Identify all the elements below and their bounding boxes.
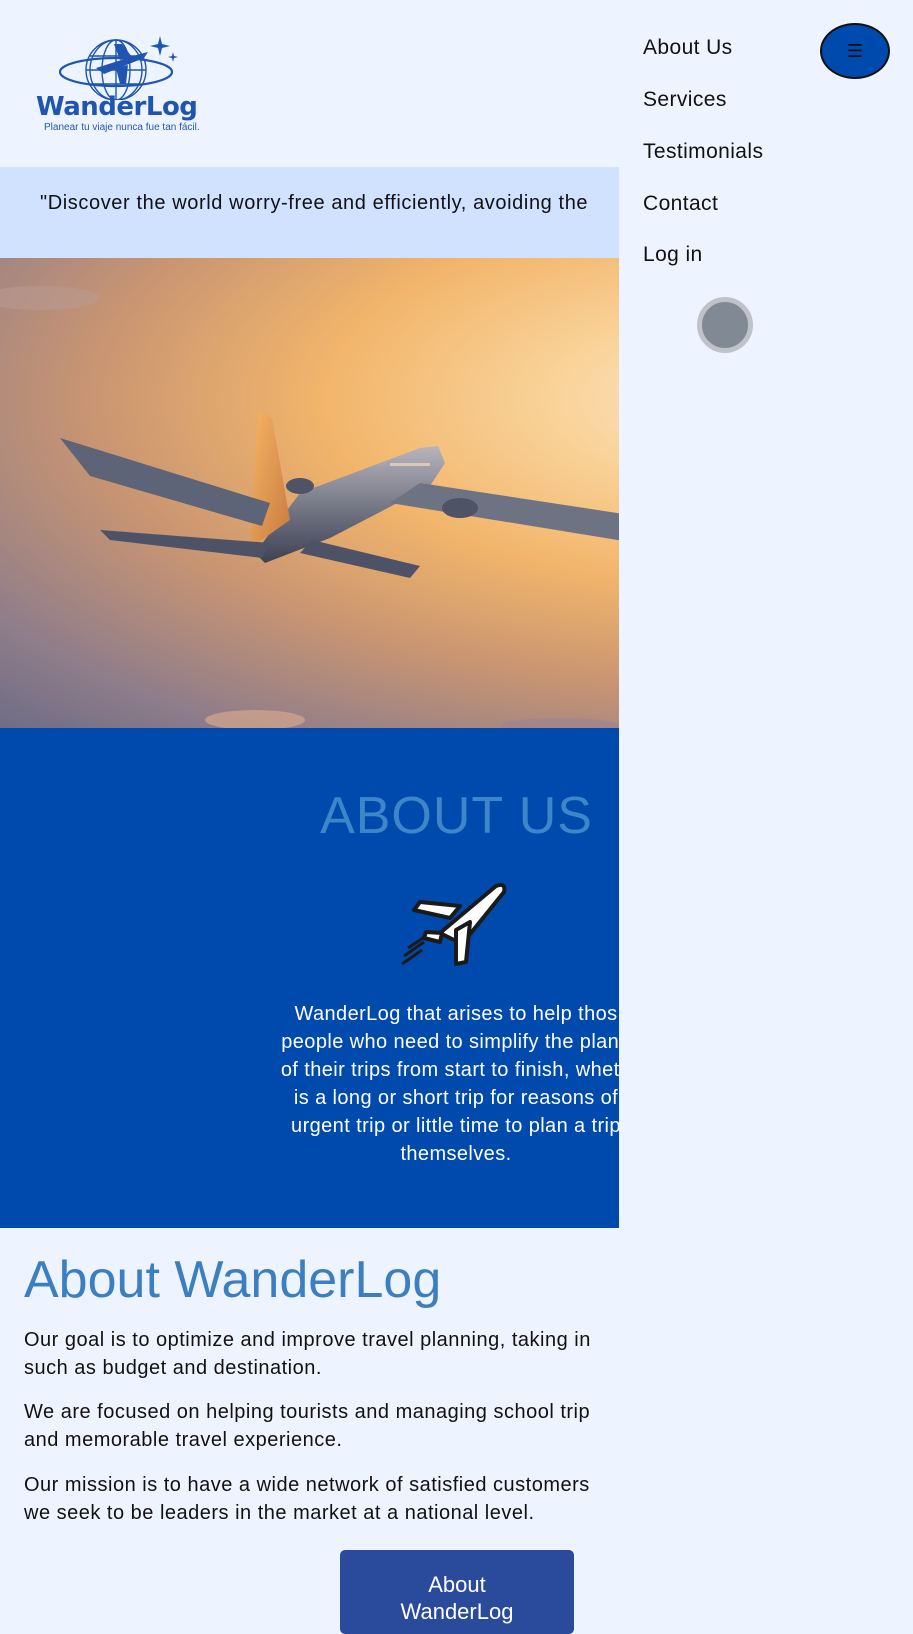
about-us-line: people who need to simplify the plann [281, 1031, 631, 1053]
globe-plane-logo-icon [58, 36, 178, 100]
paragraph-line: Our mission is to have a wide network of… [24, 1474, 590, 1496]
theme-toggle-switch[interactable] [697, 297, 753, 353]
menu-item-testimonials[interactable]: Testimonials [643, 140, 763, 164]
wanderlog-logo[interactable]: WanderLog Planear tu viaje nunca fue tan… [36, 30, 200, 140]
menu-item-log-in[interactable]: Log in [643, 243, 703, 267]
about-us-description: WanderLog that arises to help thos peopl… [240, 1000, 672, 1168]
airplane-icon [401, 882, 507, 966]
about-us-line: WanderLog that arises to help thos [294, 1003, 618, 1025]
quote-text: "Discover the world worry-free and effic… [40, 192, 589, 214]
button-label-line: About [428, 1571, 486, 1597]
menu-item-contact[interactable]: Contact [643, 192, 718, 216]
paragraph-line: we seek to be leaders in the market at a… [24, 1502, 535, 1524]
menu-item-services[interactable]: Services [643, 88, 727, 112]
paragraph-line: such as budget and destination. [24, 1357, 322, 1379]
about-us-line: is a long or short trip for reasons of [293, 1087, 619, 1109]
menu-item-about-us[interactable]: About Us [643, 36, 733, 60]
menu-toggle-button[interactable]: ☰ [820, 23, 890, 79]
about-us-line: themselves. [400, 1143, 512, 1165]
logo-tagline: Planear tu viaje nunca fue tan fácil. [44, 122, 200, 133]
logo-wordmark: WanderLog [36, 92, 198, 122]
hamburger-icon: ☰ [846, 40, 864, 61]
about-us-line: urgent trip or little time to plan a tri… [291, 1115, 621, 1137]
about-wanderlog-button[interactable]: About WanderLog [340, 1550, 574, 1634]
paragraph-line: We are focused on helping tourists and m… [24, 1401, 591, 1423]
about-us-line: of their trips from start to finish, whe… [280, 1059, 632, 1081]
paragraph-line: Our goal is to optimize and improve trav… [24, 1329, 591, 1351]
nav-menu-panel: About Us Services Testimonials Contact L… [619, 0, 913, 1625]
paragraph-line: and memorable travel experience. [24, 1429, 343, 1451]
about-wanderlog-title: About WanderLog [24, 1251, 442, 1309]
button-label-line: WanderLog [400, 1598, 514, 1624]
